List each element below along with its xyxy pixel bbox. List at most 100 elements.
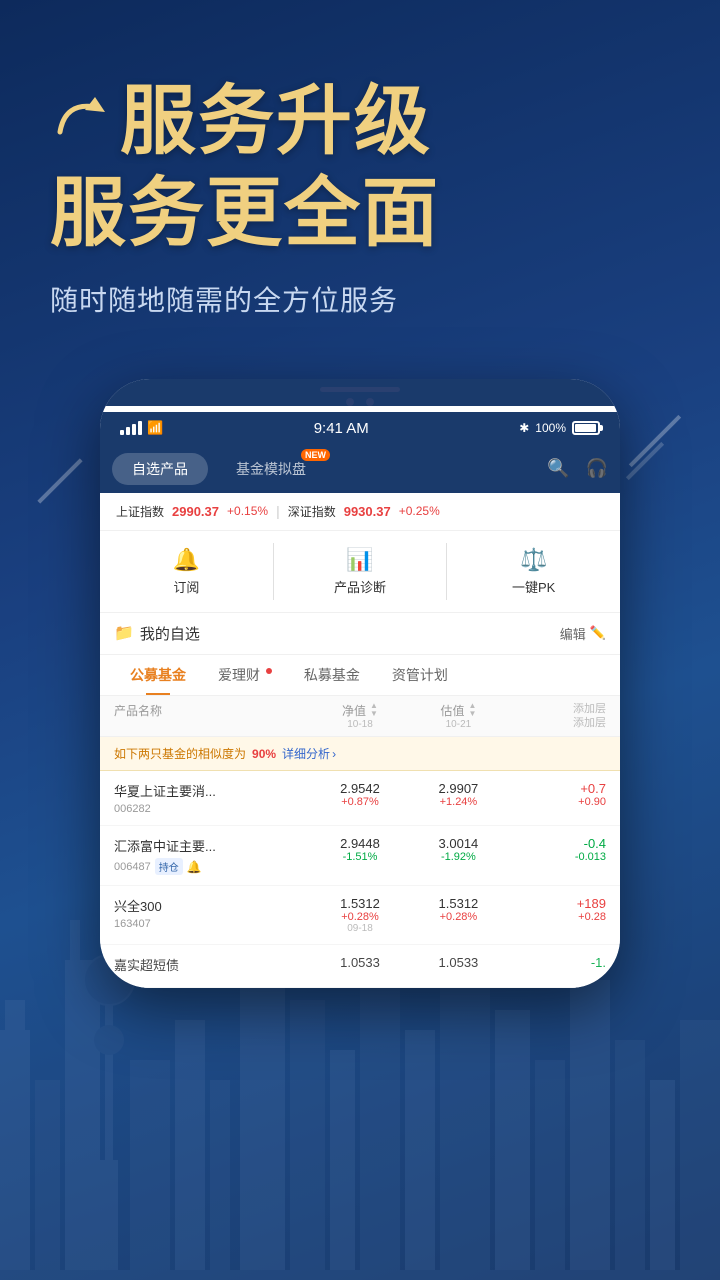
fund-code-1: 006282 [114,803,311,815]
fund-nav-value-3: 1.5312 [311,896,409,911]
fund-tabs: 公募基金 爱理财 私募基金 资管计划 [100,655,620,696]
fund-est-change-1: +1.24% [409,796,507,808]
battery-fill [575,424,596,432]
shanghai-value: 2990.37 [172,504,219,519]
status-time: 9:41 AM [314,420,369,437]
status-left: 📶 [120,420,163,436]
fund-right-val2-3: +0.28 [508,911,606,923]
app-navbar: 自选产品 基金模拟盘 NEW 🔍 🎧 [100,445,620,493]
shenzhen-label: 深证指数 [288,503,336,520]
arrow-right-icon: › [332,747,336,761]
bluetooth-icon: ✱ [519,421,529,435]
col-estimate-header: 估值 ▲▼ 10-21 [409,702,507,731]
fund-info-3: 兴全300 163407 [114,896,311,930]
shenzhen-change: +0.25% [399,504,440,518]
quick-actions: 🔔 订阅 📊 产品诊断 ⚖️ 一键PK [100,531,620,613]
search-icon[interactable]: 🔍 [547,458,569,479]
battery-icon [572,421,600,435]
battery-percent: 100% [535,421,566,435]
fund-nav-change-1: +0.87% [311,796,409,808]
fund-nav-1: 2.9542 +0.87% [311,781,409,808]
subscribe-label: 订阅 [173,577,199,596]
hero-title-sub: 服务更全面 [50,168,670,259]
nav-tab-fund-simulate[interactable]: 基金模拟盘 NEW [216,453,326,485]
headset-icon[interactable]: 🎧 [586,458,608,479]
col-name-header: 产品名称 [114,702,311,731]
fund-name-4: 嘉实超短债 [114,955,311,974]
wifi-icon: 📶 [147,420,163,436]
action-subscribe[interactable]: 🔔 订阅 [100,543,273,600]
fund-est-change-2: -1.92% [409,851,507,863]
fund-tab-public[interactable]: 公募基金 [114,655,202,695]
fund-nav-value-1: 2.9542 [311,781,409,796]
fund-right-val2-1: +0.90 [508,796,606,808]
fund-est-value-1: 2.9907 [409,781,507,796]
fund-estimate-1: 2.9907 +1.24% [409,781,507,808]
hero-section: 服务升级 服务更全面 随时随地随需的全方位服务 [0,0,720,359]
hero-title-line1: 服务升级 [50,80,670,164]
fund-nav-change-2: -1.51% [311,851,409,863]
action-pk[interactable]: ⚖️ 一键PK [447,543,620,600]
fund-info-2: 汇添富中证主要... 006487 持仓 🔔 [114,836,311,875]
phone-mockup: 📶 9:41 AM ✱ 100% 自选产品 基金模拟盘 [100,379,620,989]
fund-name-2: 汇添富中证主要... [114,836,311,855]
fund-tab-asset[interactable]: 资管计划 [376,655,464,695]
phone-container: 📶 9:41 AM ✱ 100% 自选产品 基金模拟盘 [0,379,720,989]
shanghai-change: +0.15% [227,504,268,518]
market-ticker: 上证指数 2990.37 +0.15% | 深证指数 9930.37 +0.25… [100,493,620,531]
fund-est-change-3: +0.28% [409,911,507,923]
signal-bars [120,421,142,435]
col-add-header: 添加层添加层 [508,702,606,731]
signal-bar-4 [138,421,142,435]
table-header: 产品名称 净值 ▲▼ 10-18 估值 ▲▼ 10-21 [100,696,620,738]
fund-right-2: -0.4 -0.013 [508,836,606,863]
fund-tab-private[interactable]: 私募基金 [288,655,376,695]
fund-tab-wealth[interactable]: 爱理财 [202,655,288,695]
shenzhen-value: 9930.37 [344,504,391,519]
fund-nav-value-4: 1.0533 [311,955,409,970]
warning-text1: 如下两只基金的相似度为 [114,745,246,762]
fund-row-2[interactable]: 汇添富中证主要... 006487 持仓 🔔 2.9448 -1.51% 3.0… [100,826,620,886]
fund-right-1: +0.7 +0.90 [508,781,606,808]
fund-tag-2: 持仓 [155,858,183,875]
action-diagnose[interactable]: 📊 产品诊断 [274,543,447,600]
fund-right-val2-2: -0.013 [508,851,606,863]
fund-name-1: 华夏上证主要消... [114,781,311,800]
fund-nav-date-3: 09-18 [311,923,409,934]
pk-icon: ⚖️ [520,547,547,573]
fund-name-3: 兴全300 [114,896,311,915]
col-nav-header: 净值 ▲▼ 10-18 [311,702,409,731]
pk-label: 一键PK [512,577,555,596]
warning-percent: 90% [252,747,276,761]
nav-tab-self-select[interactable]: 自选产品 [112,453,208,485]
status-right: ✱ 100% [519,421,600,435]
edit-label: 编辑 [560,624,586,643]
diagnose-label: 产品诊断 [334,577,386,596]
ticker-divider: | [276,503,280,519]
fund-right-4: -1. [508,955,606,970]
edit-button[interactable]: 编辑 ✏️ [560,624,606,643]
fund-code-3: 163407 [114,918,311,930]
fund-row-3[interactable]: 兴全300 163407 1.5312 +0.28% 09-18 1.5312 … [100,886,620,945]
hero-title-main: 服务升级 [120,80,432,164]
fund-estimate-3: 1.5312 +0.28% [409,896,507,923]
fund-right-3: +189 +0.28 [508,896,606,923]
nav-sort: ▲▼ [370,702,378,718]
fund-code-2: 006487 持仓 🔔 [114,858,311,875]
new-badge: NEW [301,449,330,461]
subscribe-icon: 🔔 [173,547,200,573]
section-header: 📁 我的自选 编辑 ✏️ [100,613,620,655]
fund-nav-change-3: +0.28% [311,911,409,923]
signal-bar-2 [126,427,130,435]
fund-nav-3: 1.5312 +0.28% 09-18 [311,896,409,934]
fund-est-value-4: 1.0533 [409,955,507,970]
folder-icon: 📁 [114,623,134,643]
fund-row-1[interactable]: 华夏上证主要消... 006282 2.9542 +0.87% 2.9907 +… [100,771,620,826]
battery-tip [600,425,603,431]
fund-row-4[interactable]: 嘉实超短债 1.0533 1.0533 -1. [100,945,620,988]
warning-link[interactable]: 详细分析 › [282,745,336,762]
estimate-sort: ▲▼ [468,702,476,718]
fund-estimate-4: 1.0533 [409,955,507,970]
edit-icon: ✏️ [590,625,606,641]
bell-icon-2[interactable]: 🔔 [187,860,202,874]
